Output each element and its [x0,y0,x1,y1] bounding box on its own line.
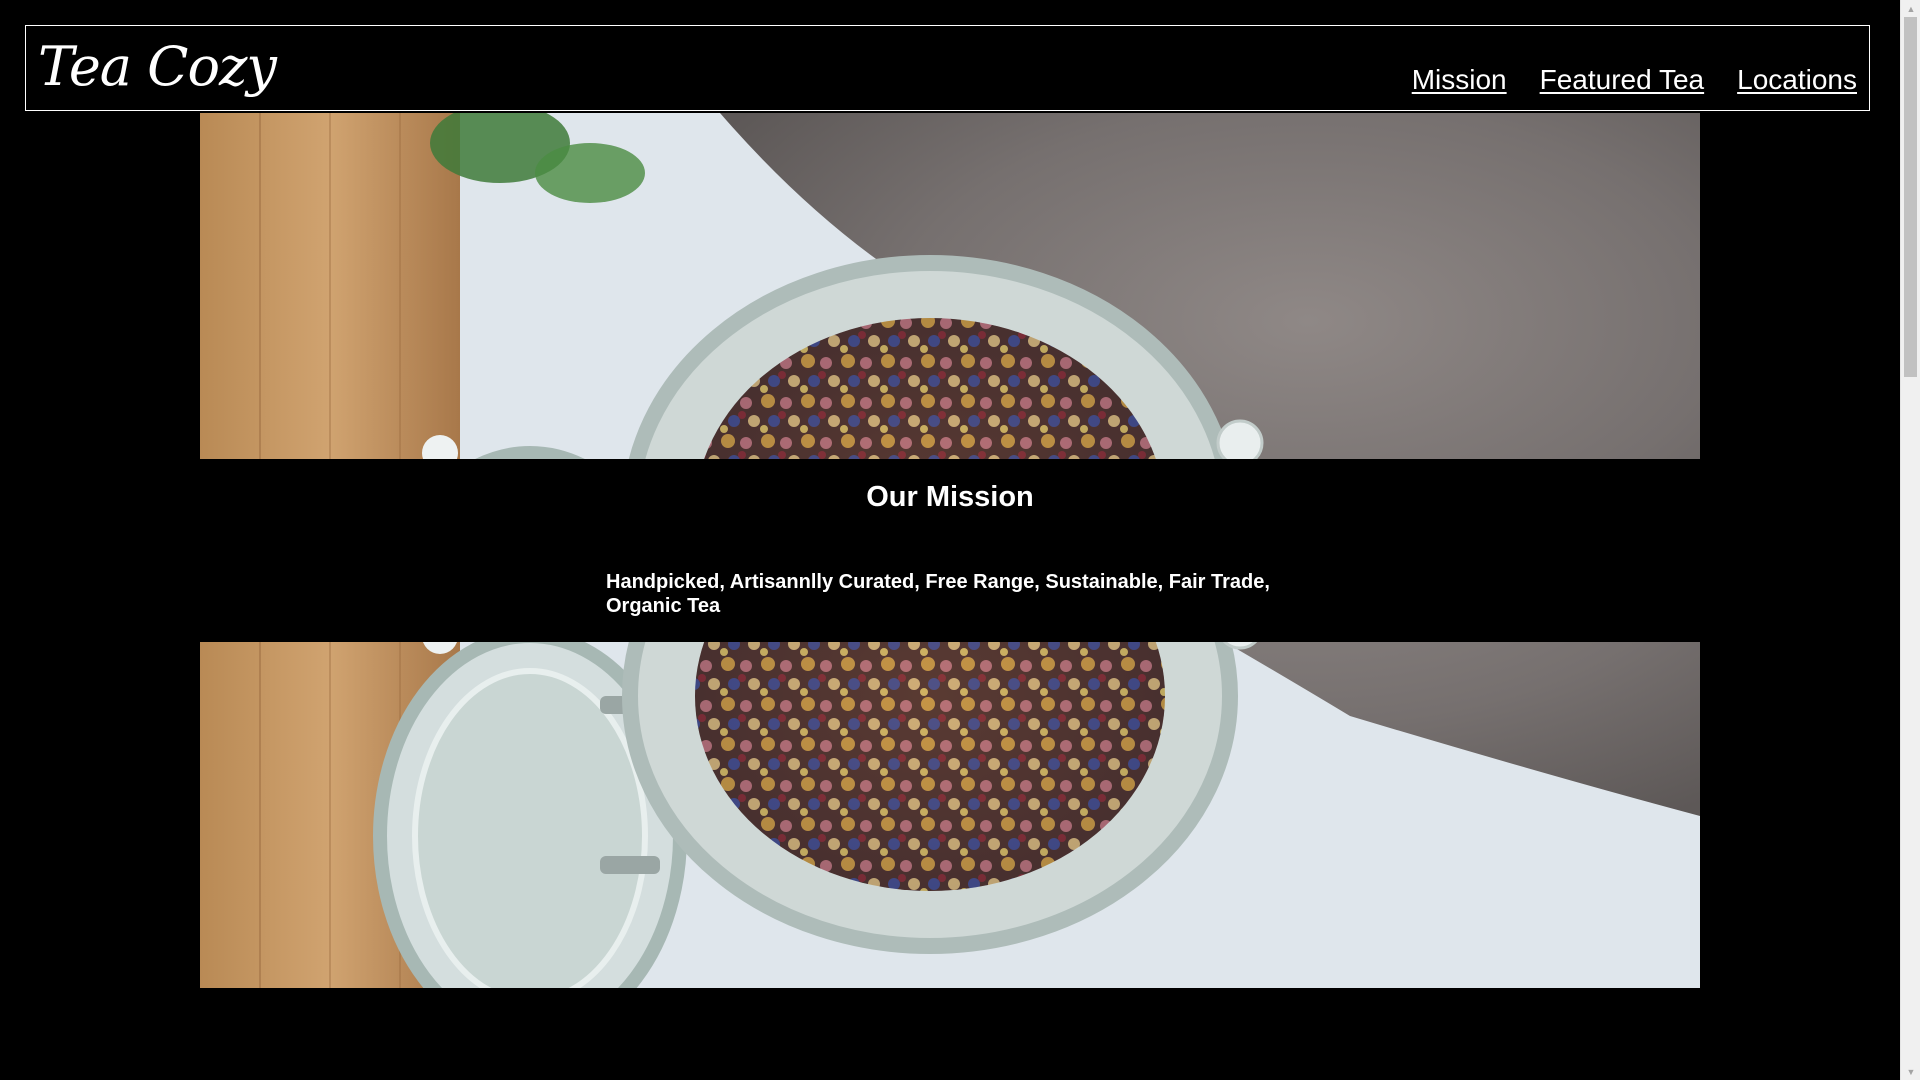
nav-link-mission[interactable]: Mission [1412,66,1507,94]
nav-link-featured-tea[interactable]: Featured Tea [1540,66,1705,94]
main-nav: Mission Featured Tea Locations [1412,66,1857,94]
mission-title: Our Mission [866,481,1034,513]
hero-image-bottom [200,642,1700,988]
tea-jar-photo-bottom [200,642,1700,988]
nav-link-locations[interactable]: Locations [1737,66,1857,94]
mission-text: Handpicked, Artisannlly Curated, Free Ra… [606,571,1270,617]
hero-image-top [200,113,1700,459]
site-header: Tea Cozy Mission Featured Tea Locations [25,25,1870,111]
tea-jar-photo-top [200,113,1700,459]
scrollbar-thumb[interactable] [1904,17,1917,377]
vertical-scrollbar[interactable]: ▲ ▼ [1900,0,1920,1080]
scroll-down-arrow-icon[interactable]: ▼ [1901,1063,1920,1080]
site-logo[interactable]: Tea Cozy [38,40,277,94]
page: Tea Cozy Mission Featured Tea Locations … [0,0,1920,1080]
scroll-up-arrow-icon[interactable]: ▲ [1901,0,1920,17]
